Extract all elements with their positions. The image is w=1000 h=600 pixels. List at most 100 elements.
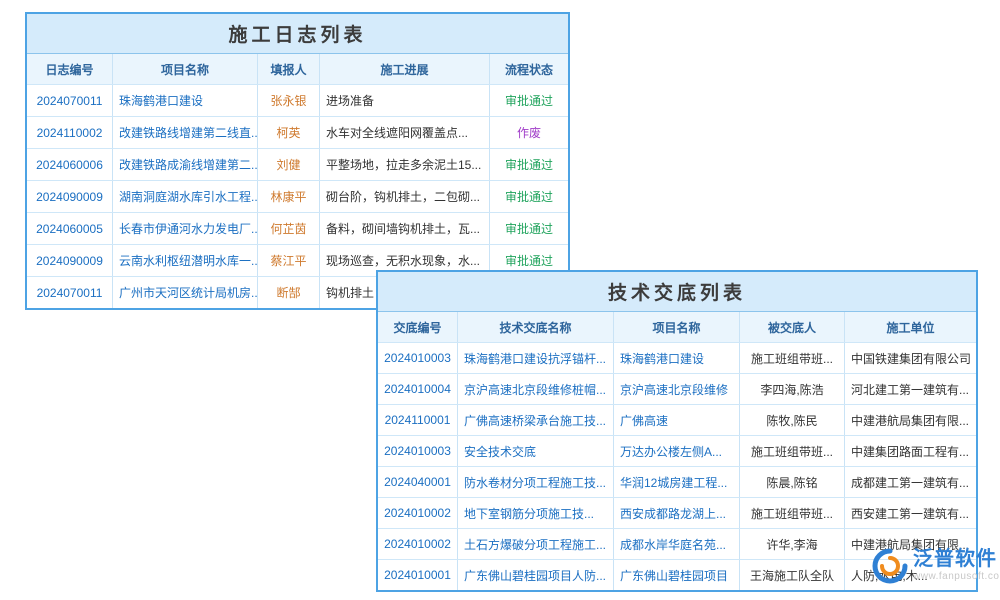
- fanpu-logo-icon: [872, 548, 908, 589]
- log-col-status: 流程状态: [490, 54, 568, 84]
- disclosure-project-link[interactable]: 华润12城房建工程...: [614, 467, 740, 497]
- log-table-row[interactable]: 2024110002 改建铁路线增建第二线直... 柯英 水车对全线遮阳网覆盖点…: [27, 116, 568, 148]
- disclosure-table-row[interactable]: 2024010004 京沪高速北京段维修桩帽... 京沪高速北京段维修 李四海,…: [378, 373, 976, 404]
- disclosure-id-link[interactable]: 2024010003: [378, 436, 458, 466]
- log-progress: 水车对全线遮阳网覆盖点...: [320, 117, 490, 148]
- watermark-url-text: www.fanpusoft.com: [913, 571, 1000, 582]
- log-id-link[interactable]: 2024090009: [27, 245, 113, 276]
- disclosure-name-link[interactable]: 防水卷材分项工程施工技...: [458, 467, 614, 497]
- disclosure-person: 陈牧,陈民: [740, 405, 845, 435]
- disclosure-project-link[interactable]: 成都水岸华庭名苑...: [614, 529, 740, 559]
- log-id-link[interactable]: 2024110002: [27, 117, 113, 148]
- log-status-badge: 审批通过: [490, 85, 568, 116]
- disclosure-col-unit: 施工单位: [845, 312, 976, 342]
- log-status-badge: 作废: [490, 117, 568, 148]
- disclosure-person: 陈晨,陈铭: [740, 467, 845, 497]
- disclosure-id-link[interactable]: 2024010002: [378, 529, 458, 559]
- disclosure-name-link[interactable]: 广佛高速桥梁承台施工技...: [458, 405, 614, 435]
- disclosure-project-link[interactable]: 广佛高速: [614, 405, 740, 435]
- construction-log-panel: 施工日志列表 日志编号 项目名称 填报人 施工进展 流程状态 202407001…: [25, 12, 570, 310]
- disclosure-id-link[interactable]: 2024010002: [378, 498, 458, 528]
- disclosure-unit: 中建港航局集团有限...: [845, 405, 976, 435]
- log-reporter: 蔡江平: [258, 245, 320, 276]
- log-reporter: 柯英: [258, 117, 320, 148]
- log-id-link[interactable]: 2024060005: [27, 213, 113, 244]
- log-reporter: 何芷茵: [258, 213, 320, 244]
- disclosure-name-link[interactable]: 广东佛山碧桂园项目人防...: [458, 560, 614, 590]
- fanpu-watermark: 泛普软件 www.fanpusoft.com: [872, 548, 1000, 589]
- disclosure-person: 李四海,陈浩: [740, 374, 845, 404]
- log-panel-title: 施工日志列表: [27, 14, 568, 54]
- log-project-link[interactable]: 改建铁路线增建第二线直...: [113, 117, 258, 148]
- log-progress: 平整场地，拉走多余泥土15...: [320, 149, 490, 180]
- log-col-project: 项目名称: [113, 54, 258, 84]
- log-project-link[interactable]: 云南水利枢纽潜明水库一...: [113, 245, 258, 276]
- log-table-row[interactable]: 2024060005 长春市伊通河水力发电厂... 何芷茵 备料，砌间墙钩机排土…: [27, 212, 568, 244]
- disclosure-table-row[interactable]: 2024110001 广佛高速桥梁承台施工技... 广佛高速 陈牧,陈民 中建港…: [378, 404, 976, 435]
- disclosure-name-link[interactable]: 京沪高速北京段维修桩帽...: [458, 374, 614, 404]
- disclosure-unit: 河北建工第一建筑有...: [845, 374, 976, 404]
- disclosure-person: 施工班组带班...: [740, 436, 845, 466]
- log-reporter: 张永银: [258, 85, 320, 116]
- log-table-row[interactable]: 2024070011 珠海鹤港口建设 张永银 进场准备 审批通过: [27, 84, 568, 116]
- disclosure-person: 许华,李海: [740, 529, 845, 559]
- log-id-link[interactable]: 2024090009: [27, 181, 113, 212]
- log-project-link[interactable]: 珠海鹤港口建设: [113, 85, 258, 116]
- disclosure-unit: 成都建工第一建筑有...: [845, 467, 976, 497]
- disclosure-name-link[interactable]: 珠海鹤港口建设抗浮锚杆...: [458, 343, 614, 373]
- technical-disclosure-panel: 技术交底列表 交底编号 技术交底名称 项目名称 被交底人 施工单位 202401…: [376, 270, 978, 592]
- disclosure-table-row[interactable]: 2024010003 珠海鹤港口建设抗浮锚杆... 珠海鹤港口建设 施工班组带班…: [378, 342, 976, 373]
- disclosure-table-row[interactable]: 2024040001 防水卷材分项工程施工技... 华润12城房建工程... 陈…: [378, 466, 976, 497]
- disclosure-project-link[interactable]: 京沪高速北京段维修: [614, 374, 740, 404]
- disclosure-table-row[interactable]: 2024010003 安全技术交底 万达办公楼左侧A... 施工班组带班... …: [378, 435, 976, 466]
- disclosure-col-id: 交底编号: [378, 312, 458, 342]
- log-status-badge: 审批通过: [490, 181, 568, 212]
- log-project-link[interactable]: 改建铁路成渝线增建第二...: [113, 149, 258, 180]
- disclosure-panel-title: 技术交底列表: [378, 272, 976, 312]
- disclosure-col-name: 技术交底名称: [458, 312, 614, 342]
- log-id-link[interactable]: 2024070011: [27, 277, 113, 308]
- log-col-id: 日志编号: [27, 54, 113, 84]
- disclosure-name-link[interactable]: 地下室钢筋分项施工技...: [458, 498, 614, 528]
- disclosure-name-link[interactable]: 安全技术交底: [458, 436, 614, 466]
- disclosure-id-link[interactable]: 2024040001: [378, 467, 458, 497]
- disclosure-id-link[interactable]: 2024010003: [378, 343, 458, 373]
- disclosure-table-header: 交底编号 技术交底名称 项目名称 被交底人 施工单位: [378, 312, 976, 342]
- disclosure-project-link[interactable]: 万达办公楼左侧A...: [614, 436, 740, 466]
- disclosure-project-link[interactable]: 广东佛山碧桂园项目: [614, 560, 740, 590]
- log-table-row[interactable]: 2024090009 湖南洞庭湖水库引水工程... 林康平 砌台阶，钩机排土，二…: [27, 180, 568, 212]
- log-reporter: 断郜: [258, 277, 320, 308]
- disclosure-unit: 中建集团路面工程有...: [845, 436, 976, 466]
- log-table-row[interactable]: 2024060006 改建铁路成渝线增建第二... 刘健 平整场地，拉走多余泥土…: [27, 148, 568, 180]
- log-project-link[interactable]: 广州市天河区统计局机房...: [113, 277, 258, 308]
- disclosure-id-link[interactable]: 2024010001: [378, 560, 458, 590]
- log-col-progress: 施工进展: [320, 54, 490, 84]
- disclosure-project-link[interactable]: 珠海鹤港口建设: [614, 343, 740, 373]
- disclosure-person: 施工班组带班...: [740, 498, 845, 528]
- log-project-link[interactable]: 湖南洞庭湖水库引水工程...: [113, 181, 258, 212]
- disclosure-id-link[interactable]: 2024110001: [378, 405, 458, 435]
- log-progress: 备料，砌间墙钩机排土，瓦...: [320, 213, 490, 244]
- disclosure-col-project: 项目名称: [614, 312, 740, 342]
- log-reporter: 林康平: [258, 181, 320, 212]
- log-project-link[interactable]: 长春市伊通河水力发电厂...: [113, 213, 258, 244]
- log-id-link[interactable]: 2024070011: [27, 85, 113, 116]
- log-reporter: 刘健: [258, 149, 320, 180]
- disclosure-id-link[interactable]: 2024010004: [378, 374, 458, 404]
- disclosure-table-row[interactable]: 2024010002 地下室钢筋分项施工技... 西安成都路龙湖上... 施工班…: [378, 497, 976, 528]
- disclosure-col-person: 被交底人: [740, 312, 845, 342]
- log-status-badge: 审批通过: [490, 213, 568, 244]
- log-progress: 进场准备: [320, 85, 490, 116]
- disclosure-person: 施工班组带班...: [740, 343, 845, 373]
- watermark-brand-text: 泛普软件: [913, 548, 1000, 570]
- disclosure-person: 王海施工队全队: [740, 560, 845, 590]
- log-id-link[interactable]: 2024060006: [27, 149, 113, 180]
- log-progress: 砌台阶，钩机排土，二包砌...: [320, 181, 490, 212]
- disclosure-unit: 中国铁建集团有限公司: [845, 343, 976, 373]
- disclosure-project-link[interactable]: 西安成都路龙湖上...: [614, 498, 740, 528]
- log-col-reporter: 填报人: [258, 54, 320, 84]
- log-table-header: 日志编号 项目名称 填报人 施工进展 流程状态: [27, 54, 568, 84]
- log-status-badge: 审批通过: [490, 149, 568, 180]
- disclosure-unit: 西安建工第一建筑有...: [845, 498, 976, 528]
- disclosure-name-link[interactable]: 土石方爆破分项工程施工...: [458, 529, 614, 559]
